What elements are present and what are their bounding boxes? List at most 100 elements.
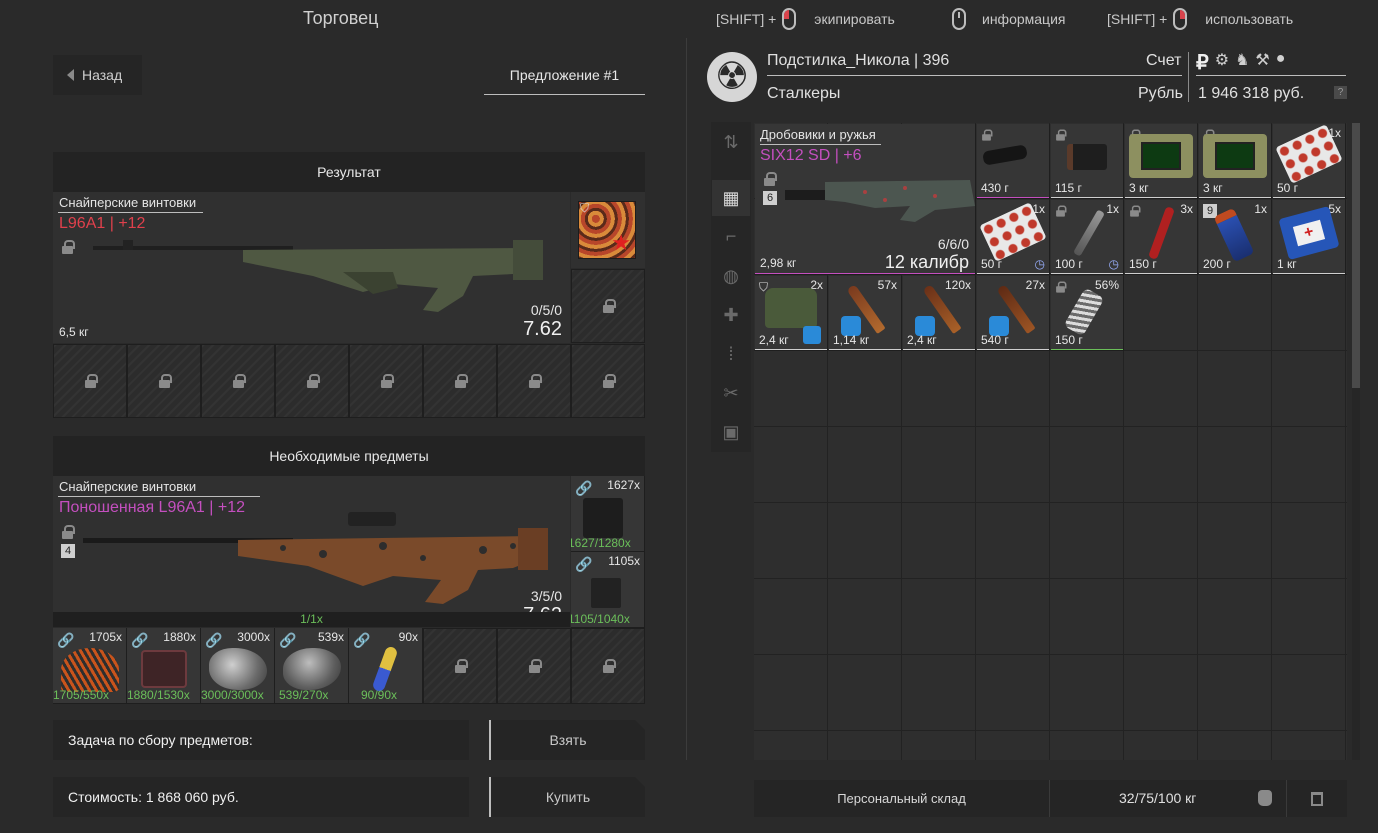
locked-slot xyxy=(497,628,571,704)
result-item-slot[interactable]: Снайперские винтовки L96A1 | +12 6,5 кг … xyxy=(53,192,570,343)
inventory-item[interactable]: 115 г xyxy=(1051,124,1124,199)
featured-name: SIX12 SD | +6 xyxy=(760,147,862,164)
inventory-item[interactable]: 57x 1,14 кг xyxy=(829,276,902,351)
scrollbar-thumb[interactable] xyxy=(1352,123,1360,388)
material-slot[interactable]: 🔗 1705x 1705/550x xyxy=(53,628,127,704)
required-side-item-2[interactable]: 🔗 1105x 1105/1040x xyxy=(571,552,645,628)
inventory-scrollbar[interactable] xyxy=(1352,123,1360,760)
locked-slot xyxy=(349,344,423,418)
chevron-left-icon xyxy=(67,69,74,81)
sight-image xyxy=(1067,144,1107,170)
inventory-item[interactable]: 1x 50 г ◷ xyxy=(977,200,1050,275)
required-side-item-1[interactable]: 🔗 1627x 1627/1280x xyxy=(571,476,645,552)
inventory-item[interactable]: 27x 540 г xyxy=(977,276,1050,351)
locked-slot xyxy=(201,344,275,418)
inventory-item[interactable]: 5x + 1 кг xyxy=(1273,200,1346,275)
coin-icon[interactable]: ● xyxy=(1276,50,1286,75)
result-header: Результат xyxy=(53,152,645,192)
task-label: Задача по сбору предметов: xyxy=(68,732,253,748)
material-slot[interactable]: 🔗 3000x 3000/3000x xyxy=(201,628,275,704)
archive-icon[interactable]: ▣ xyxy=(712,414,750,450)
ruble-icon[interactable]: ₽ xyxy=(1196,50,1209,75)
pda-image xyxy=(1129,134,1193,178)
featured-weight: 2,98 кг xyxy=(760,256,797,270)
rarity-underline xyxy=(903,349,975,350)
inventory-item[interactable]: ⛉ 2x 2,4 кг xyxy=(755,276,828,351)
item-weight: 3 кг xyxy=(1203,181,1223,195)
inventory-item[interactable]: 120x 2,4 кг xyxy=(903,276,976,351)
result-category: Снайперские винтовки xyxy=(59,195,197,210)
rarity-underline xyxy=(977,197,1049,198)
material-slot[interactable]: 🔗 90x 90/90x xyxy=(349,628,423,704)
medkit-icon[interactable]: ✚ xyxy=(712,297,750,333)
material-slot[interactable]: 🔗 539x 539/270x xyxy=(275,628,349,704)
lock-icon xyxy=(454,659,468,673)
lock-icon xyxy=(602,374,616,388)
tools-tab-icon[interactable]: ✂ xyxy=(712,375,750,411)
inventory-item[interactable]: 56% 150 г xyxy=(1051,276,1124,351)
result-category-underline xyxy=(58,212,203,213)
help-button[interactable]: ? xyxy=(1334,86,1347,99)
shield-icon: ⛉ xyxy=(580,201,590,215)
inventory-item[interactable]: 1x 50 г xyxy=(1273,124,1346,199)
energy-drink-image xyxy=(1213,207,1255,263)
required-caliber: 7.62 xyxy=(523,604,562,612)
material-count: 90x xyxy=(398,630,418,644)
buy-label: Купить xyxy=(545,789,591,805)
shotgun-image xyxy=(785,180,975,222)
inventory-item[interactable]: 9 1x 200 г xyxy=(1199,200,1272,275)
mouse-right-icon xyxy=(1173,8,1188,30)
window-title: Торговец xyxy=(303,8,379,28)
required-category: Снайперские винтовки xyxy=(59,479,197,494)
material-count: 1705x xyxy=(89,630,122,644)
storage-tab[interactable]: Персональный склад xyxy=(754,780,1050,817)
side-item-ratio: 1627/1280x xyxy=(571,536,631,550)
side-item-count: 1105x xyxy=(608,554,640,568)
grid-icon[interactable]: ▦ xyxy=(712,180,750,216)
featured-badge: 6 xyxy=(763,191,777,205)
armor-icon[interactable]: ◍ xyxy=(712,258,750,294)
hint-equip-mod: [SHIFT] + xyxy=(716,11,777,27)
required-main-slot[interactable]: Снайперские винтовки Поношенная L96A1 | … xyxy=(53,476,570,612)
material-ratio: 1705/550x xyxy=(53,688,110,702)
material-slot[interactable]: 🔗 1880x 1880/1530x xyxy=(127,628,201,704)
ore-image xyxy=(283,648,341,690)
inventory-item[interactable]: 3 кг xyxy=(1199,124,1272,199)
cost-label: Стоимость: 1 868 060 руб. xyxy=(68,789,239,805)
trash-button[interactable] xyxy=(1286,780,1347,817)
buy-button[interactable]: Купить xyxy=(489,777,645,817)
inventory-item[interactable]: 430 г xyxy=(977,124,1050,199)
boot-icon[interactable]: ♞ xyxy=(1235,50,1249,75)
rarity-underline xyxy=(1125,273,1197,274)
link-icon: 🔗 xyxy=(279,632,297,648)
rarity-underline xyxy=(1051,273,1123,274)
lock-icon xyxy=(232,374,246,388)
item-weight: 100 г xyxy=(1055,257,1083,271)
inventory-item-shotgun[interactable]: Дробовики и ружья SIX12 SD | +6 6 2,98 к… xyxy=(755,124,976,275)
case-image xyxy=(141,650,187,688)
sort-icon[interactable]: ⇅ xyxy=(712,124,750,160)
take-button[interactable]: Взять xyxy=(489,720,645,760)
weapon-icon[interactable]: ⌐ xyxy=(712,218,750,254)
offer-tab[interactable]: Предложение #1 xyxy=(484,55,645,95)
ammo-icon[interactable]: ⁞ xyxy=(712,336,750,372)
item-weight: 150 г xyxy=(1129,257,1157,271)
gear-icon[interactable]: ⚙ xyxy=(1215,50,1229,75)
result-caliber: 7.62 xyxy=(523,318,562,340)
lock-icon xyxy=(380,374,394,388)
currency-label: Рубль xyxy=(1138,85,1183,102)
rarity-underline xyxy=(1199,197,1271,198)
spring-image xyxy=(1063,287,1105,337)
inventory-item[interactable]: 3x 150 г xyxy=(1125,200,1198,275)
result-camo-slot[interactable]: ★ ⛉ xyxy=(571,192,645,268)
item-weight: 150 г xyxy=(1055,333,1083,347)
back-button[interactable]: Назад xyxy=(53,55,142,95)
storage-label: Персональный склад xyxy=(837,791,966,806)
lock-icon xyxy=(528,374,542,388)
locked-slot xyxy=(423,628,497,704)
item-weight: 50 г xyxy=(981,257,1003,271)
lock-icon xyxy=(602,299,616,313)
inventory-item[interactable]: 3 кг xyxy=(1125,124,1198,199)
inventory-item[interactable]: 1x 100 г ◷ xyxy=(1051,200,1124,275)
tools-icon[interactable]: ⚒ xyxy=(1255,50,1269,75)
